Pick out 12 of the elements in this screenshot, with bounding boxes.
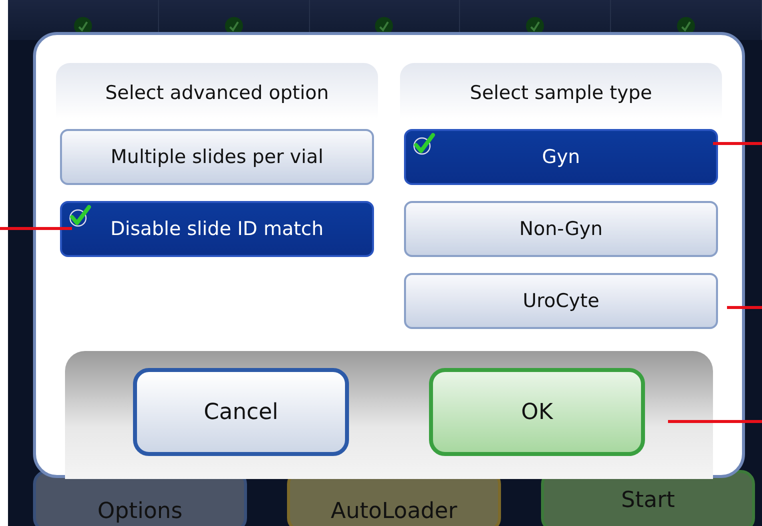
option-button[interactable]: UroCyte <box>404 273 718 329</box>
leader-line <box>727 306 762 309</box>
check-icon <box>412 133 436 157</box>
option-button[interactable]: Disable slide ID match <box>60 201 374 257</box>
ok-button[interactable]: OK <box>429 368 645 456</box>
leader-line <box>0 227 72 230</box>
option-button[interactable]: Gyn <box>404 129 718 185</box>
check-icon <box>68 205 92 229</box>
option-button[interactable]: Non-Gyn <box>404 201 718 257</box>
cancel-button[interactable]: Cancel <box>133 368 349 456</box>
leader-line <box>713 142 762 145</box>
option-button[interactable]: Multiple slides per vial <box>60 129 374 185</box>
